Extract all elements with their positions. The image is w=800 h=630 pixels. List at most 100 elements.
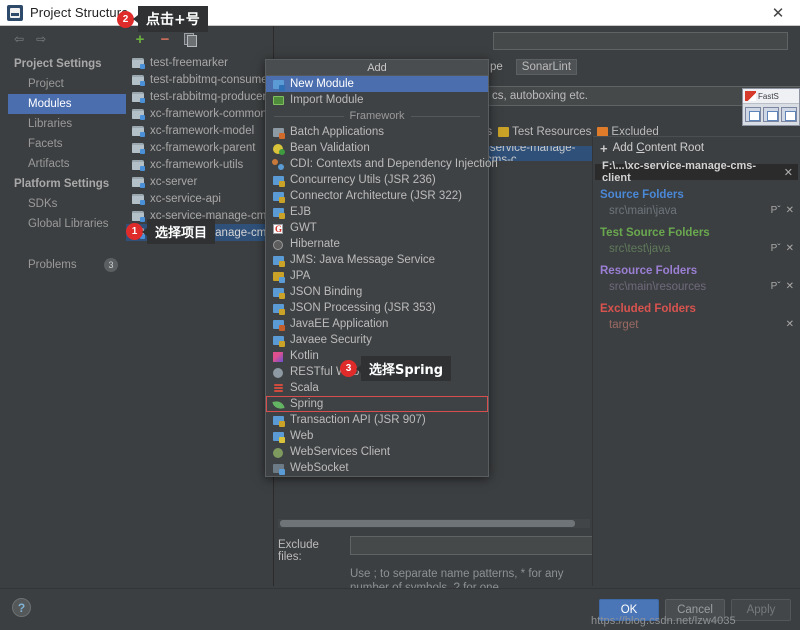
- apply-button[interactable]: Apply: [731, 599, 791, 621]
- capture-fullscreen-icon[interactable]: [781, 107, 797, 122]
- module-folder-icon: [132, 108, 145, 120]
- sidebar-item-facets[interactable]: Facets: [8, 134, 126, 154]
- list-item[interactable]: xc-server: [126, 173, 273, 190]
- remove-folder-icon[interactable]: ✕: [786, 205, 794, 216]
- source-folder-path: src\main\java: [609, 204, 677, 217]
- menu-item-label: Javaee Security: [290, 334, 372, 346]
- screen-capture-toolbar[interactable]: FastS: [742, 88, 800, 126]
- excluded-folder-row[interactable]: target ✕: [600, 317, 800, 332]
- add-popup-menu: Add New Module Import Module Framework B…: [265, 59, 498, 477]
- webservices-icon: [272, 446, 285, 459]
- remove-folder-icon[interactable]: ✕: [786, 319, 794, 330]
- capture-region-icon[interactable]: [763, 107, 779, 122]
- module-label: test-rabbitmq-producer: [150, 90, 267, 103]
- test-source-folder-row[interactable]: src\test\java Pˇ ✕: [600, 241, 800, 256]
- menu-item-batch-applications[interactable]: Batch Applications: [266, 124, 488, 140]
- sidebar-item-modules[interactable]: Modules: [8, 94, 126, 114]
- list-item[interactable]: test-freemarker: [126, 54, 273, 71]
- copy-module-icon[interactable]: [183, 32, 197, 47]
- menu-item-spring[interactable]: Spring: [266, 396, 488, 412]
- list-item[interactable]: xc-framework-utils: [126, 156, 273, 173]
- package-prefix-icon[interactable]: Pˇ: [771, 281, 781, 292]
- test-source-folders-title: Test Source Folders: [600, 227, 710, 239]
- module-folder-icon: [132, 57, 145, 69]
- sidebar-item-problems[interactable]: Problems 3: [8, 258, 126, 272]
- add-module-icon[interactable]: +: [133, 32, 147, 47]
- json-binding-icon: [272, 286, 285, 299]
- menu-item-ejb[interactable]: EJB: [266, 204, 488, 220]
- menu-item-label: JSON Processing (JSR 353): [290, 302, 436, 314]
- source-folder-row[interactable]: src\main\java Pˇ ✕: [600, 203, 800, 218]
- menu-item-javaee-security[interactable]: Javaee Security: [266, 332, 488, 348]
- menu-item-new-module[interactable]: New Module: [266, 76, 488, 92]
- menu-item-label: EJB: [290, 206, 312, 218]
- module-folder-icon: [132, 193, 145, 205]
- sidebar-nav-arrows: ⇦ ⇨: [8, 26, 126, 52]
- menu-item-label: WebSocket: [290, 462, 349, 474]
- exclude-files-block: Exclude files: Use ; to separate name pa…: [278, 536, 594, 595]
- plus-icon: +: [600, 140, 608, 156]
- module-label: xc-framework-common: [150, 107, 267, 120]
- remove-content-root-icon[interactable]: ✕: [784, 166, 793, 179]
- list-item[interactable]: xc-framework-common: [126, 105, 273, 122]
- package-prefix-icon[interactable]: Pˇ: [771, 243, 781, 254]
- remove-module-icon[interactable]: −: [158, 32, 172, 47]
- menu-item-webservices-client[interactable]: WebServices Client: [266, 444, 488, 460]
- package-prefix-icon[interactable]: Pˇ: [771, 205, 781, 216]
- menu-item-import-module[interactable]: Import Module: [266, 92, 488, 108]
- sidebar-item-libraries[interactable]: Libraries: [8, 114, 126, 134]
- exclude-files-input[interactable]: [350, 536, 594, 555]
- menu-item-websocket[interactable]: WebSocket: [266, 460, 488, 476]
- tab-sonarlint[interactable]: SonarLint: [515, 59, 578, 75]
- remove-folder-icon[interactable]: ✕: [786, 281, 794, 292]
- menu-item-transaction-api[interactable]: Transaction API (JSR 907): [266, 412, 488, 428]
- add-content-root-button[interactable]: + Add Content Root: [593, 136, 800, 160]
- watermark: https://blog.csdn.net/lzw4035: [591, 615, 736, 627]
- menu-item-cdi[interactable]: CDI: Contexts and Dependency Injection: [266, 156, 498, 172]
- menu-item-scala[interactable]: Scala: [266, 380, 488, 396]
- remove-folder-icon[interactable]: ✕: [786, 243, 794, 254]
- menu-item-hibernate[interactable]: Hibernate: [266, 236, 488, 252]
- sidebar-item-artifacts[interactable]: Artifacts: [8, 154, 126, 174]
- horizontal-scrollbar-thumb[interactable]: [280, 520, 575, 527]
- menu-item-label: Scala: [290, 382, 319, 394]
- menu-item-label: JMS: Java Message Service: [290, 254, 436, 266]
- menu-item-label: Import Module: [290, 94, 364, 106]
- menu-item-label: Spring: [290, 398, 324, 410]
- help-icon[interactable]: ?: [12, 598, 31, 617]
- list-item[interactable]: xc-service-api: [126, 190, 273, 207]
- row-actions: Pˇ ✕: [771, 205, 794, 216]
- menu-item-concurrency-utils[interactable]: Concurrency Utils (JSR 236): [266, 172, 488, 188]
- list-item[interactable]: test-rabbitmq-consumer: [126, 71, 273, 88]
- resource-folder-row[interactable]: src\main\resources Pˇ ✕: [600, 279, 800, 294]
- nav-back-icon[interactable]: ⇦: [14, 32, 24, 46]
- menu-item-json-processing[interactable]: JSON Processing (JSR 353): [266, 300, 488, 316]
- menu-item-gwt[interactable]: G GWT: [266, 220, 488, 236]
- menu-item-web[interactable]: Web: [266, 428, 488, 444]
- sidebar-item-sdks[interactable]: SDKs: [8, 194, 126, 214]
- menu-item-json-binding[interactable]: JSON Binding: [266, 284, 488, 300]
- faststone-logo-icon: [745, 91, 756, 101]
- close-icon[interactable]: ✕: [756, 0, 800, 25]
- search-input[interactable]: [493, 32, 788, 50]
- menu-item-bean-validation[interactable]: Bean Validation: [266, 140, 488, 156]
- gwt-icon: G: [273, 223, 283, 234]
- import-icon: [272, 94, 285, 107]
- menu-item-javaee-application[interactable]: JavaEE Application: [266, 316, 488, 332]
- module-tabs: pe SonarLint: [485, 58, 578, 76]
- bean-validation-icon: [272, 142, 285, 155]
- menu-item-jms[interactable]: JMS: Java Message Service: [266, 252, 488, 268]
- menu-item-jpa[interactable]: JPA: [266, 268, 488, 284]
- menu-item-connector-architecture[interactable]: Connector Architecture (JSR 322): [266, 188, 488, 204]
- list-item[interactable]: test-rabbitmq-producer: [126, 88, 273, 105]
- capture-window-icon[interactable]: [745, 107, 761, 122]
- module-label: test-rabbitmq-consumer: [150, 73, 272, 86]
- scala-icon: [272, 382, 285, 395]
- list-item[interactable]: xc-framework-model: [126, 122, 273, 139]
- nav-forward-icon[interactable]: ⇨: [36, 32, 46, 46]
- add-popup-title: Add: [266, 60, 488, 76]
- sidebar-item-project[interactable]: Project: [8, 74, 126, 94]
- sidebar-item-global-libraries[interactable]: Global Libraries: [8, 214, 126, 234]
- list-item[interactable]: xc-framework-parent: [126, 139, 273, 156]
- annotation-text: 选择项目: [141, 219, 216, 244]
